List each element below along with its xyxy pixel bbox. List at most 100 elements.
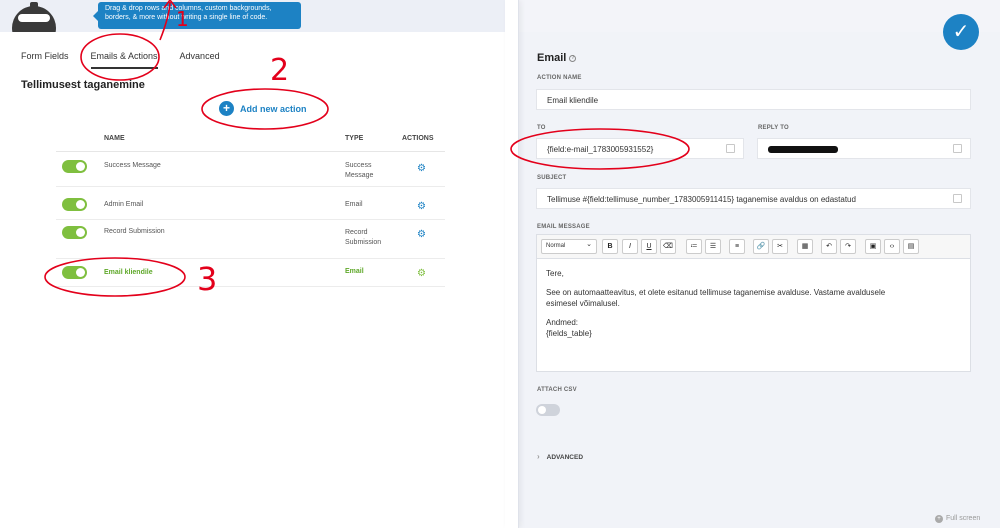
table-icon[interactable]: ▦ — [797, 239, 813, 254]
actions-table: NAME TYPE ACTIONS Success Message Succes… — [56, 134, 445, 287]
action-toggle[interactable] — [62, 266, 87, 279]
message-data-title: Andmed: — [546, 318, 579, 327]
ordered-list-icon[interactable]: ≔ — [686, 239, 702, 254]
to-field[interactable]: {field:e-mail_1783005931552} — [536, 138, 744, 159]
message-body: See on automaatteavitus, et olete esitan… — [546, 287, 961, 309]
ninja-logo[interactable] — [10, 0, 58, 32]
action-type-line-1: Success — [345, 162, 372, 169]
redacted-value — [768, 146, 838, 153]
action-name: Admin Email — [104, 201, 144, 208]
chevron-right-icon: › — [537, 452, 540, 461]
action-name-label: ACTION NAME — [537, 75, 582, 81]
full-screen-label: Full screen — [946, 515, 981, 522]
action-name: Record Submission — [104, 228, 165, 235]
advanced-label: ADVANCED — [546, 454, 584, 461]
bullet-list-icon[interactable]: ☰ — [705, 239, 721, 254]
subject-field-value: Tellimuse #{field:tellimuse_number_17830… — [547, 195, 856, 204]
email-message-editor[interactable]: Normal B I U ⌫ ≔ ☰ ≡ 🔗 ✂ ▦ ↶ ↷ ▣ ‹› ▤ Te… — [536, 234, 971, 372]
action-name-field[interactable]: Email kliendile — [536, 89, 971, 110]
column-header-actions: ACTIONS — [402, 135, 434, 142]
action-type: Success Message — [345, 161, 373, 181]
tab-form-fields[interactable]: Form Fields — [21, 51, 69, 69]
drawer-top-band — [513, 0, 1000, 32]
action-type: Email — [345, 267, 364, 277]
unlink-icon[interactable]: ✂ — [772, 239, 788, 254]
merge-tags-icon[interactable]: ▤ — [903, 239, 919, 254]
tab-emails-actions[interactable]: Emails & Actions — [90, 51, 158, 69]
done-check-button[interactable]: ✓ — [943, 14, 979, 50]
add-new-action-label: Add new action — [240, 103, 307, 114]
reply-to-field[interactable] — [757, 138, 971, 159]
align-icon[interactable]: ≡ — [729, 239, 745, 254]
eraser-icon[interactable]: ⌫ — [660, 239, 676, 254]
merge-tag-icon[interactable] — [726, 144, 735, 153]
action-name: Success Message — [104, 162, 161, 169]
drawer-title-text: Email — [537, 52, 567, 64]
message-data-field: {fields_table} — [546, 329, 592, 338]
subject-field[interactable]: Tellimuse #{field:tellimuse_number_17830… — [536, 188, 971, 209]
action-toggle[interactable] — [62, 198, 87, 211]
full-screen-button[interactable]: + Full screen — [935, 515, 980, 523]
gear-icon[interactable]: ⚙ — [417, 164, 426, 174]
merge-tag-icon[interactable] — [953, 194, 962, 203]
attach-csv-toggle[interactable] — [536, 404, 560, 416]
gear-icon[interactable]: ⚙ — [417, 230, 426, 240]
underline-icon[interactable]: U — [641, 239, 657, 254]
to-label: TO — [537, 125, 546, 131]
action-name: Email kliendile — [104, 269, 153, 276]
action-settings-drawer: ✓ Email? ACTION NAME Email kliendile TO … — [513, 0, 1000, 528]
message-greeting: Tere, — [546, 269, 564, 278]
table-row[interactable]: Record Submission Record Submission ⚙ — [56, 220, 445, 259]
action-type: Email — [345, 200, 363, 210]
form-title: Tellimusest taganemine — [21, 79, 145, 91]
promo-tooltip[interactable]: Drag & drop rows and columns, custom bac… — [93, 2, 301, 29]
redo-icon[interactable]: ↷ — [840, 239, 856, 254]
format-select[interactable]: Normal — [541, 238, 597, 254]
to-field-value: {field:e-mail_1783005931552} — [547, 145, 654, 154]
column-header-type: TYPE — [345, 135, 364, 142]
editor-content[interactable]: Tere, See on automaatteavitus, et olete … — [546, 268, 961, 347]
gear-icon[interactable]: ⚙ — [417, 202, 426, 212]
ninja-band-shape — [18, 14, 50, 22]
undo-icon[interactable]: ↶ — [821, 239, 837, 254]
table-row[interactable]: Success Message Success Message ⚙ — [56, 152, 445, 187]
ninja-knot-shape — [30, 2, 38, 8]
action-type-line-1: Email — [345, 268, 364, 275]
code-icon[interactable]: ‹› — [884, 239, 900, 254]
add-new-action-button[interactable]: + Add new action — [219, 101, 307, 116]
tooltip-line-1: Drag & drop rows and columns, custom bac… — [105, 5, 272, 12]
column-header-name: NAME — [104, 135, 125, 142]
action-toggle[interactable] — [62, 226, 87, 239]
message-body-line-2: esimesel võimalusel. — [546, 299, 620, 308]
action-type-line-1: Email — [345, 201, 363, 208]
media-icon[interactable]: ▣ — [865, 239, 881, 254]
tooltip-line-2: borders, & more without writing a single… — [105, 13, 268, 21]
email-message-label: EMAIL MESSAGE — [537, 224, 590, 230]
advanced-section-toggle[interactable]: › ADVANCED — [537, 452, 583, 461]
italic-icon[interactable]: I — [622, 239, 638, 254]
bold-icon[interactable]: B — [602, 239, 618, 254]
builder-tabs: Form Fields Emails & Actions Advanced — [21, 51, 220, 69]
action-type-line-1: Record — [345, 229, 368, 236]
merge-tag-icon[interactable] — [953, 144, 962, 153]
table-row[interactable]: Admin Email Email ⚙ — [56, 187, 445, 220]
table-header: NAME TYPE ACTIONS — [56, 134, 445, 152]
help-icon[interactable]: ? — [569, 55, 577, 62]
message-data: Andmed: {fields_table} — [546, 317, 961, 339]
reply-to-label: REPLY TO — [758, 125, 789, 131]
tab-advanced[interactable]: Advanced — [180, 51, 220, 69]
link-icon[interactable]: 🔗 — [753, 239, 769, 254]
action-type: Record Submission — [345, 228, 381, 248]
subject-label: SUBJECT — [537, 175, 567, 181]
message-body-line-1: See on automaatteavitus, et olete esitan… — [546, 288, 886, 297]
fullscreen-icon: + — [935, 515, 943, 523]
action-type-line-2: Message — [345, 172, 374, 179]
attach-csv-label: ATTACH CSV — [537, 387, 577, 393]
gear-icon[interactable]: ⚙ — [417, 269, 426, 279]
table-row[interactable]: Email kliendile Email ⚙ — [56, 259, 445, 287]
plus-icon: + — [219, 101, 234, 116]
action-toggle[interactable] — [62, 160, 87, 173]
form-builder-panel: Drag & drop rows and columns, custom bac… — [0, 0, 515, 528]
drawer-title: Email? — [537, 52, 577, 64]
editor-toolbar: Normal B I U ⌫ ≔ ☰ ≡ 🔗 ✂ ▦ ↶ ↷ ▣ ‹› ▤ — [537, 235, 970, 259]
